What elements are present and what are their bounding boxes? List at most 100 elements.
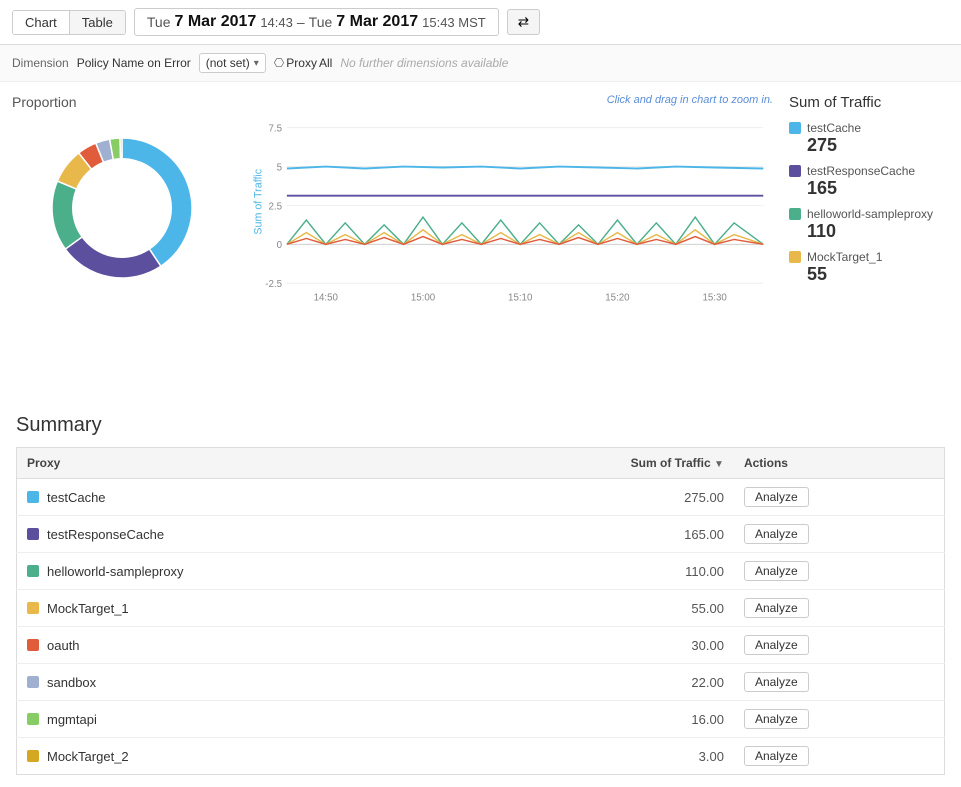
filter-pipe-icon: ⎔ bbox=[274, 56, 284, 70]
actions-cell: Analyze bbox=[734, 664, 945, 701]
svg-text:14:50: 14:50 bbox=[314, 293, 339, 304]
proxy-color-dot bbox=[27, 639, 39, 651]
traffic-value: 16.00 bbox=[454, 701, 734, 738]
legend-item-value: 165 bbox=[789, 178, 949, 199]
proportion-title: Proportion bbox=[12, 94, 232, 110]
svg-text:7.5: 7.5 bbox=[269, 124, 283, 135]
traffic-column-header: Sum of Traffic ▼ bbox=[454, 448, 734, 479]
actions-cell: Analyze bbox=[734, 553, 945, 590]
proxy-name: mgmtapi bbox=[47, 712, 97, 727]
start-date: 7 Mar 2017 bbox=[174, 13, 256, 31]
traffic-value: 165.00 bbox=[454, 516, 734, 553]
analyze-button[interactable]: Analyze bbox=[744, 672, 809, 692]
proxy-color-dot bbox=[27, 565, 39, 577]
legend-item-name-text: testResponseCache bbox=[807, 164, 915, 178]
legend-items: testCache 275 testResponseCache 165 hell… bbox=[789, 121, 949, 285]
proxy-cell: helloworld-sampleproxy bbox=[17, 553, 455, 590]
sort-desc-icon: ▼ bbox=[714, 459, 724, 470]
svg-text:-2.5: -2.5 bbox=[265, 279, 282, 290]
analyze-button[interactable]: Analyze bbox=[744, 487, 809, 507]
traffic-value: 30.00 bbox=[454, 627, 734, 664]
summary-section: Summary Proxy Sum of Traffic ▼ Actions t… bbox=[0, 402, 961, 787]
analyze-button[interactable]: Analyze bbox=[744, 524, 809, 544]
proxy-cell: oauth bbox=[17, 627, 455, 664]
proxy-color-dot bbox=[27, 491, 39, 503]
analyze-button[interactable]: Analyze bbox=[744, 635, 809, 655]
start-day: Tue bbox=[147, 14, 171, 30]
proxy-filter[interactable]: Proxy bbox=[286, 56, 317, 70]
all-filter[interactable]: All bbox=[319, 56, 332, 70]
date-separator: – bbox=[297, 14, 305, 30]
dimension-select[interactable]: (not set) ▾ bbox=[199, 53, 266, 73]
summary-table: Proxy Sum of Traffic ▼ Actions testCache… bbox=[16, 447, 945, 775]
legend-item: helloworld-sampleproxy 110 bbox=[789, 207, 949, 242]
table-row: sandbox 22.00 Analyze bbox=[17, 664, 945, 701]
refresh-icon: ⇄ bbox=[518, 14, 529, 29]
legend-color-dot bbox=[789, 122, 801, 134]
proxy-color-dot bbox=[27, 528, 39, 540]
proxy-column-header: Proxy bbox=[17, 448, 455, 479]
dimension-selected-value: (not set) bbox=[206, 56, 250, 70]
analyze-button[interactable]: Analyze bbox=[744, 709, 809, 729]
proxy-name: oauth bbox=[47, 638, 80, 653]
chart-tab[interactable]: Chart bbox=[13, 11, 70, 34]
legend-panel: Sum of Traffic testCache 275 testRespons… bbox=[789, 94, 949, 390]
proxy-color-dot bbox=[27, 602, 39, 614]
view-tab-group: Chart Table bbox=[12, 10, 126, 35]
traffic-value: 275.00 bbox=[454, 479, 734, 516]
proxy-name: helloworld-sampleproxy bbox=[47, 564, 184, 579]
proxy-name: testResponseCache bbox=[47, 527, 164, 542]
proxy-name: testCache bbox=[47, 490, 106, 505]
svg-text:Sum of Traffic: Sum of Traffic bbox=[253, 168, 265, 234]
actions-cell: Analyze bbox=[734, 590, 945, 627]
proxy-color-dot bbox=[27, 750, 39, 762]
legend-title: Sum of Traffic bbox=[789, 94, 949, 111]
chart-zoom-hint: Click and drag in chart to zoom in. bbox=[607, 94, 773, 106]
proxy-cell: mgmtapi bbox=[17, 701, 455, 738]
svg-text:5: 5 bbox=[277, 162, 282, 173]
proxy-name: MockTarget_1 bbox=[47, 601, 129, 616]
legend-item-value: 275 bbox=[789, 135, 949, 156]
main-content-area: Proportion Click and drag in chart to zo… bbox=[0, 82, 961, 402]
traffic-value: 110.00 bbox=[454, 553, 734, 590]
svg-text:15:30: 15:30 bbox=[703, 293, 728, 304]
header: Chart Table Tue 7 Mar 2017 14:43 – Tue 7… bbox=[0, 0, 961, 45]
svg-text:15:10: 15:10 bbox=[508, 293, 533, 304]
actions-cell: Analyze bbox=[734, 516, 945, 553]
svg-text:2.5: 2.5 bbox=[269, 201, 283, 212]
dimension-bar: Dimension Policy Name on Error (not set)… bbox=[0, 45, 961, 82]
table-row: testResponseCache 165.00 Analyze bbox=[17, 516, 945, 553]
proxy-name: MockTarget_2 bbox=[47, 749, 129, 764]
end-time: 15:43 MST bbox=[422, 15, 486, 30]
proportion-panel: Proportion bbox=[12, 94, 232, 390]
proxy-color-dot bbox=[27, 676, 39, 688]
svg-text:0: 0 bbox=[277, 240, 283, 251]
no-dimensions-message: No further dimensions available bbox=[340, 56, 508, 70]
table-tab[interactable]: Table bbox=[70, 11, 125, 34]
table-header-row: Proxy Sum of Traffic ▼ Actions bbox=[17, 448, 945, 479]
line-chart-panel: Click and drag in chart to zoom in. Sum … bbox=[248, 94, 773, 390]
proxy-cell: MockTarget_1 bbox=[17, 590, 455, 627]
proxy-color-dot bbox=[27, 713, 39, 725]
traffic-value: 22.00 bbox=[454, 664, 734, 701]
analyze-button[interactable]: Analyze bbox=[744, 598, 809, 618]
proxy-cell: testResponseCache bbox=[17, 516, 455, 553]
table-row: MockTarget_2 3.00 Analyze bbox=[17, 738, 945, 775]
proxy-cell: testCache bbox=[17, 479, 455, 516]
analyze-button[interactable]: Analyze bbox=[744, 561, 809, 581]
legend-item: testCache 275 bbox=[789, 121, 949, 156]
proxy-cell: sandbox bbox=[17, 664, 455, 701]
svg-text:15:00: 15:00 bbox=[411, 293, 436, 304]
analyze-button[interactable]: Analyze bbox=[744, 746, 809, 766]
table-row: MockTarget_1 55.00 Analyze bbox=[17, 590, 945, 627]
legend-item-label: testCache bbox=[789, 121, 949, 135]
date-range-selector[interactable]: Tue 7 Mar 2017 14:43 – Tue 7 Mar 2017 15… bbox=[134, 8, 499, 36]
end-date: 7 Mar 2017 bbox=[336, 13, 418, 31]
refresh-button[interactable]: ⇄ bbox=[507, 9, 540, 35]
proxy-name: sandbox bbox=[47, 675, 96, 690]
legend-item-name-text: testCache bbox=[807, 121, 861, 135]
legend-item-value: 110 bbox=[789, 221, 949, 242]
summary-title: Summary bbox=[16, 414, 945, 437]
legend-item-name-text: MockTarget_1 bbox=[807, 250, 882, 264]
legend-item-name-text: helloworld-sampleproxy bbox=[807, 207, 933, 221]
